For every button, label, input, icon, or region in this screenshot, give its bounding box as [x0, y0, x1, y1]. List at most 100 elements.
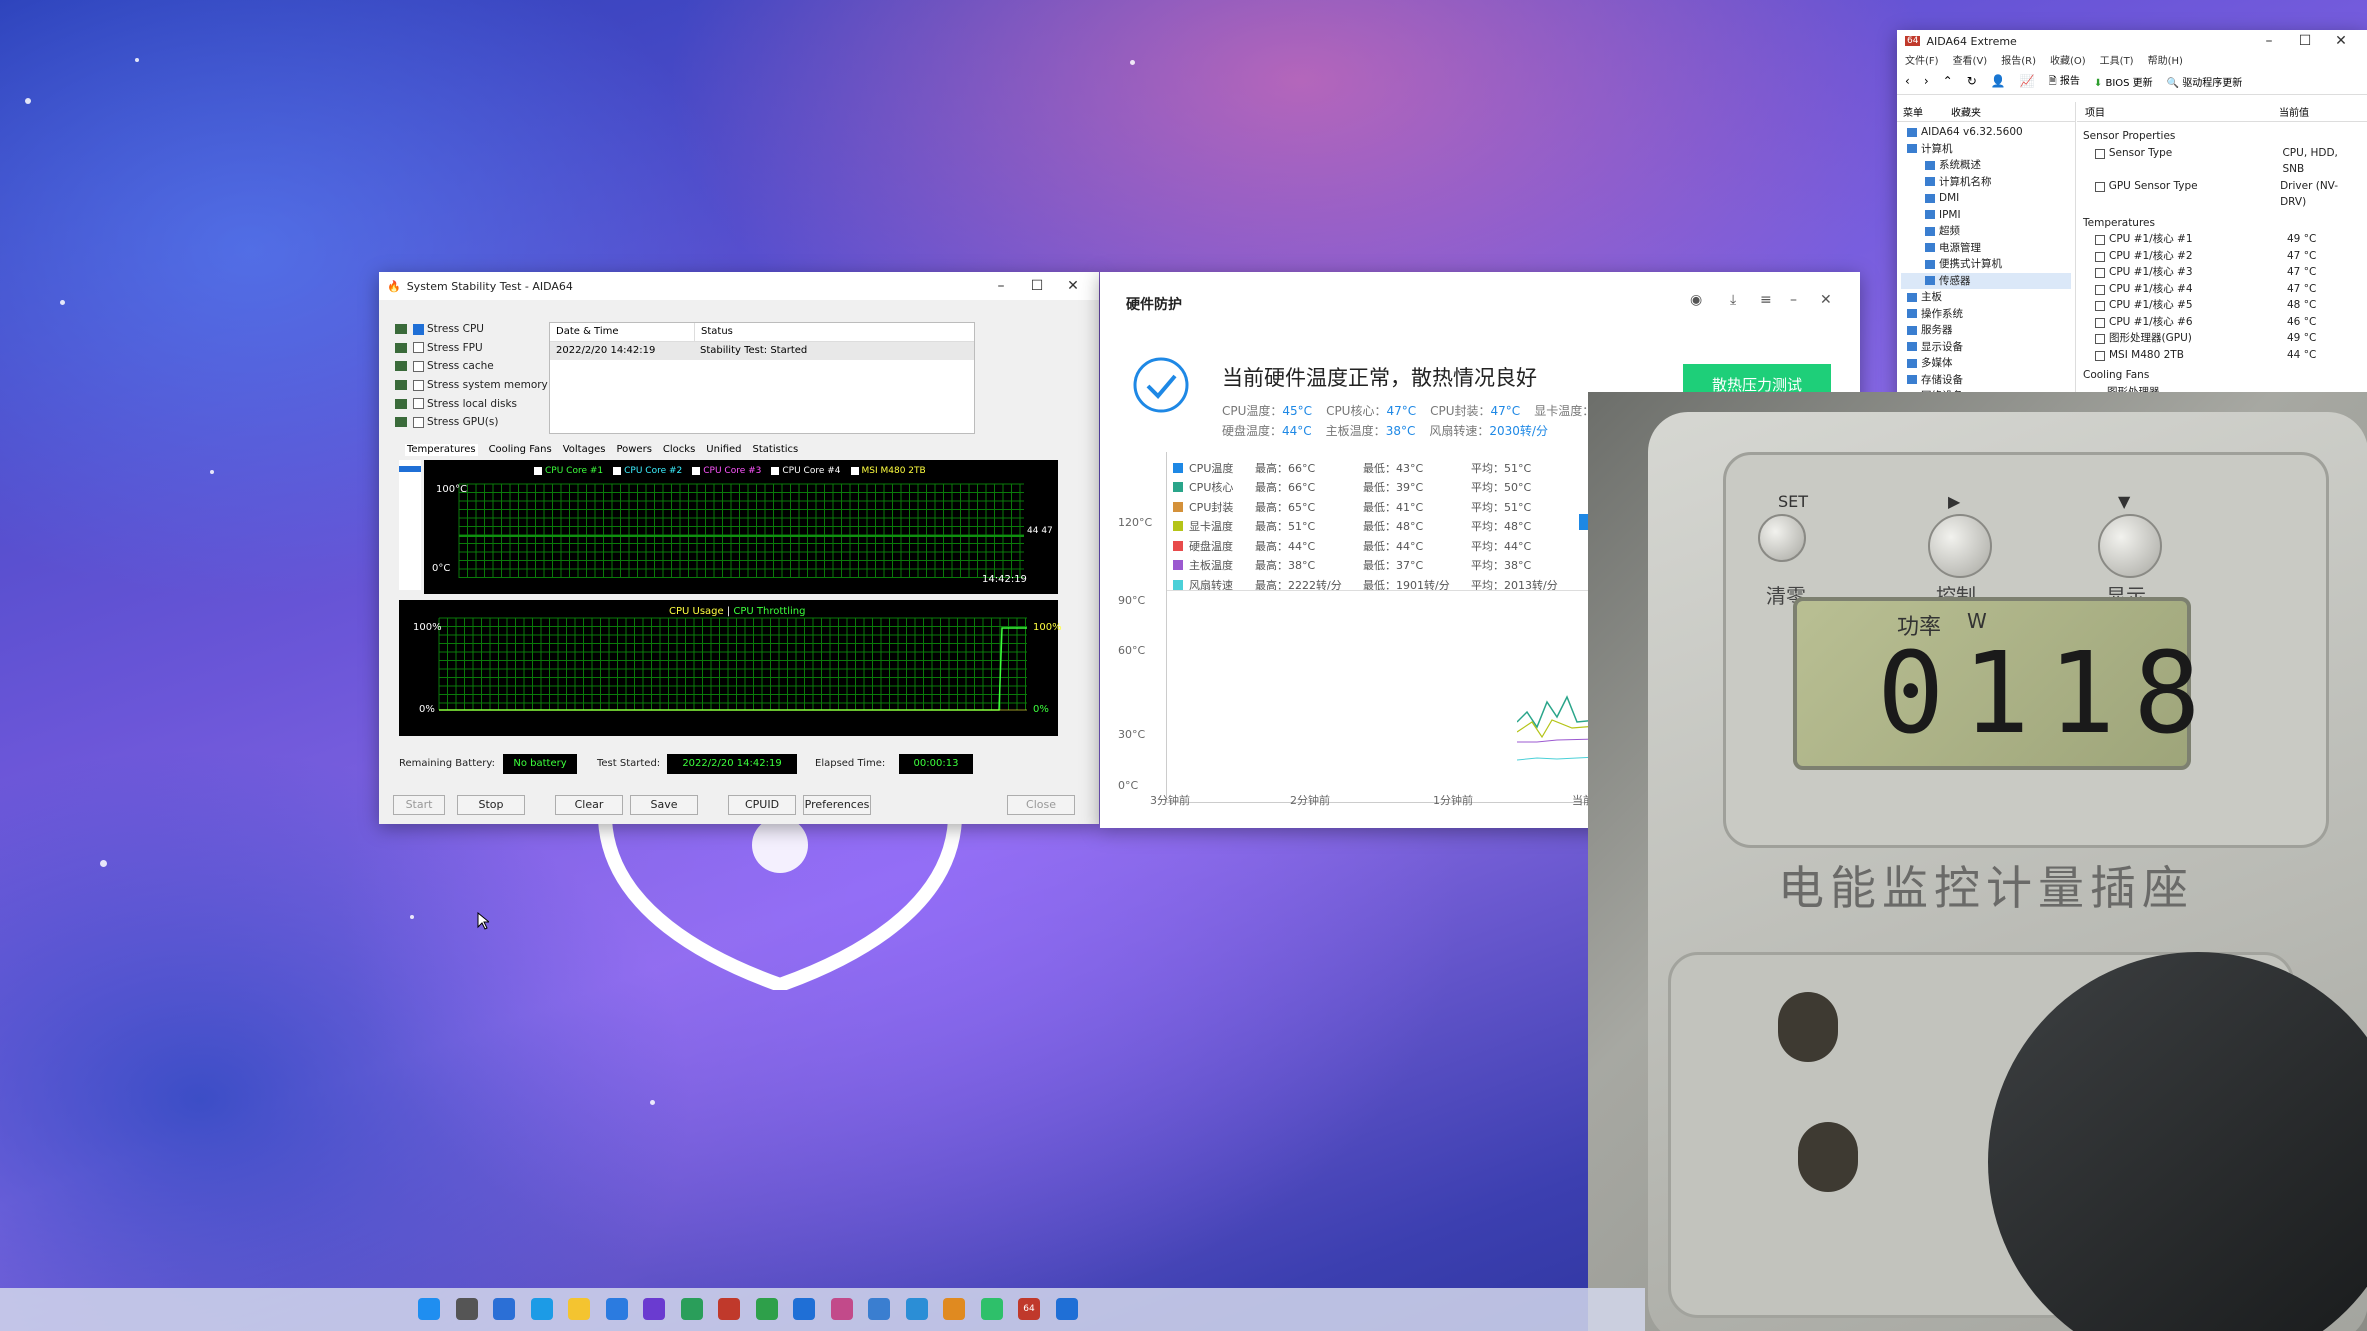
tree-item[interactable]: 计算机名称 [1901, 174, 2071, 191]
stress-checkbox[interactable] [413, 342, 424, 354]
close-icon[interactable]: ✕ [1820, 292, 1832, 308]
tree-item[interactable]: 计算机 [1901, 141, 2071, 158]
minimize-button[interactable]: – [983, 278, 1019, 294]
tree-item[interactable]: AIDA64 v6.32.5600 [1901, 124, 2071, 141]
clear-button[interactable]: Clear [555, 795, 623, 815]
wechat-icon[interactable] [980, 1298, 1003, 1320]
meter-knob[interactable] [1928, 514, 1992, 578]
tree-item[interactable]: DMI [1901, 190, 2071, 207]
log-row[interactable]: 2022/2/20 14:42:19 Stability Test: Start… [550, 342, 974, 360]
stop-button[interactable]: Stop [457, 795, 525, 815]
app-icon-4[interactable] [755, 1298, 778, 1320]
legend-item[interactable]: CPU Core #4 [771, 466, 841, 476]
app-icon-2[interactable] [680, 1298, 703, 1320]
windows-start-icon[interactable] [418, 1298, 440, 1320]
meter-knob[interactable] [2098, 514, 2162, 578]
app-icon-3[interactable] [718, 1298, 740, 1320]
legend-item[interactable]: MSI M480 2TB [850, 466, 926, 476]
app-icon-7[interactable] [868, 1298, 890, 1320]
legend-checkbox[interactable] [850, 467, 859, 475]
sensor-row[interactable]: CPU温度 最高：66°C 最低：43°C 平均：51°C [1173, 458, 1593, 478]
minimize-icon[interactable]: – [1790, 292, 1797, 308]
driver-update-button[interactable]: 🔍 驱动程序更新 [2167, 74, 2243, 89]
stress-checkbox[interactable] [413, 398, 424, 410]
tab-clocks[interactable]: Clocks [663, 444, 695, 456]
sensor-item[interactable]: CPU #1/核心 #2 47 °C [2083, 248, 2361, 265]
app-icon-6[interactable] [830, 1298, 853, 1320]
sensor-row[interactable]: 显卡温度 最高：51°C 最低：48°C 平均：48°C [1173, 517, 1593, 537]
app-icon-5[interactable] [793, 1298, 815, 1320]
legend-item[interactable]: CPU Core #1 [534, 466, 603, 476]
app-icon-10[interactable] [1055, 1298, 1078, 1320]
legend-item[interactable]: CPU Core #2 [613, 466, 682, 476]
menu-item[interactable]: 报告(R) [2001, 52, 2036, 68]
stress-checkbox[interactable] [413, 360, 424, 372]
tree-item[interactable]: 存储设备 [1901, 372, 2071, 389]
close-icon[interactable]: ✕ [1055, 278, 1091, 294]
menu-item[interactable]: 帮助(H) [2148, 52, 2183, 68]
tab-powers[interactable]: Powers [616, 444, 651, 456]
tree-item[interactable]: 便携式计算机 [1901, 256, 2071, 273]
menu-item[interactable]: 查看(V) [1953, 52, 1988, 68]
sensor-row[interactable]: 硬盘温度 最高：44°C 最低：44°C 平均：44°C [1173, 536, 1593, 556]
edge-icon[interactable] [530, 1298, 553, 1320]
app-icon-9[interactable] [943, 1298, 965, 1320]
bios-update-button[interactable]: ⬇ BIOS 更新 [2094, 74, 2153, 89]
up-icon[interactable]: ⌃ [1943, 74, 1953, 88]
sensor-row[interactable]: 风扇转速 最高：2222转/分 最低：1901转/分 平均：2013转/分 [1173, 575, 1593, 595]
menu-item[interactable]: 工具(T) [2100, 52, 2134, 68]
sensor-item[interactable]: CPU #1/核心 #1 49 °C [2083, 231, 2361, 248]
widgets-icon[interactable] [493, 1298, 515, 1320]
tab-statistics[interactable]: Statistics [753, 444, 799, 456]
save-button[interactable]: Save [630, 795, 698, 815]
menu-item[interactable]: 文件(F) [1905, 52, 1939, 68]
report-button[interactable]: 🗎 报告 [2049, 72, 2080, 91]
sensor-item[interactable]: GPU Sensor Type Driver (NV-DRV) [2083, 178, 2361, 211]
tab-cooling-fans[interactable]: Cooling Fans [489, 444, 552, 456]
sensor-row[interactable]: 主板温度 最高：38°C 最低：37°C 平均：38°C [1173, 556, 1593, 576]
menu-item[interactable]: 收藏(O) [2050, 52, 2086, 68]
sensor-item[interactable]: CPU #1/核心 #6 46 °C [2083, 314, 2361, 331]
sensor-row[interactable]: CPU核心 最高：66°C 最低：39°C 平均：50°C [1173, 478, 1593, 498]
tab-favorites[interactable]: 收藏夹 [1951, 104, 1981, 119]
folder-icon[interactable] [568, 1298, 590, 1320]
aida64-icon[interactable]: 64 [1018, 1298, 1040, 1320]
legend-item[interactable]: CPU Core #3 [692, 466, 761, 476]
sensor-item[interactable]: Sensor Type CPU, HDD, SNB [2083, 145, 2361, 178]
download-icon[interactable]: ⤓ [1730, 292, 1736, 308]
tab-menu[interactable]: 菜单 [1903, 104, 1923, 119]
legend-checkbox[interactable] [692, 467, 701, 475]
sensor-item[interactable]: CPU #1/核心 #4 47 °C [2083, 281, 2361, 298]
minimize-button[interactable]: – [2251, 33, 2287, 49]
sensor-item[interactable]: 图形处理器(GPU) 49 °C [2083, 330, 2361, 347]
refresh-icon[interactable]: ↻ [1967, 74, 1977, 88]
legend-checkbox[interactable] [771, 467, 780, 475]
tree-item[interactable]: 主板 [1901, 289, 2071, 306]
tree-item[interactable]: 多媒体 [1901, 355, 2071, 372]
tree-item[interactable]: 操作系统 [1901, 306, 2071, 323]
cpuid-button[interactable]: CPUID [728, 795, 796, 815]
tree-item[interactable]: 显示设备 [1901, 339, 2071, 356]
maximize-button[interactable]: ☐ [2287, 33, 2323, 49]
sensor-row[interactable]: CPU封装 最高：65°C 最低：41°C 平均：51°C [1173, 497, 1593, 517]
preferences-button[interactable]: Preferences [803, 795, 871, 815]
tree-item[interactable]: IPMI [1901, 207, 2071, 224]
file-explorer-icon[interactable] [455, 1298, 478, 1320]
close-button[interactable]: Close [1007, 795, 1075, 815]
legend-checkbox[interactable] [534, 467, 542, 475]
tab-voltages[interactable]: Voltages [563, 444, 606, 456]
back-icon[interactable]: ‹ [1905, 74, 1910, 88]
legend-checkbox[interactable] [613, 467, 622, 475]
tree-item[interactable]: 传感器 [1901, 272, 2071, 289]
sensor-item[interactable]: CPU #1/核心 #3 47 °C [2083, 264, 2361, 281]
avatar-icon[interactable]: ◉ [1690, 292, 1702, 308]
tree-item[interactable]: 服务器 [1901, 322, 2071, 339]
maximize-button[interactable]: ☐ [1019, 278, 1055, 294]
app-icon-1[interactable] [643, 1298, 665, 1320]
meter-knob[interactable] [1758, 514, 1806, 562]
forward-icon[interactable]: › [1924, 74, 1929, 88]
chart-icon[interactable]: 📈 [2020, 74, 2035, 88]
tree-item[interactable]: 电源管理 [1901, 240, 2071, 257]
tree-item[interactable]: 系统概述 [1901, 157, 2071, 174]
tab-temperatures[interactable]: Temperatures [405, 444, 478, 456]
